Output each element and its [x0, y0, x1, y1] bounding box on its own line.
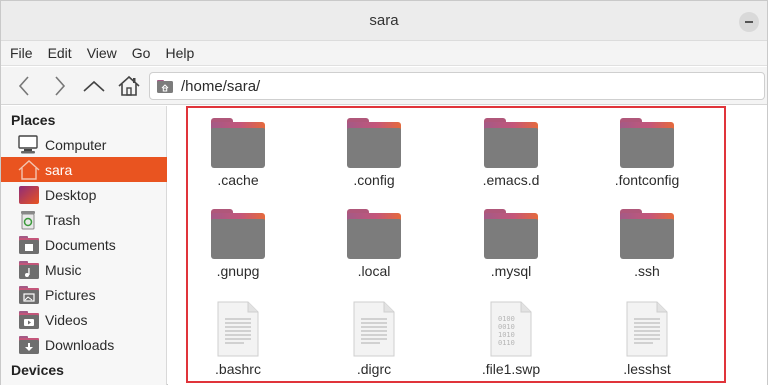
- folder-item[interactable]: .gnupg: [178, 209, 298, 279]
- menu-file[interactable]: File: [10, 45, 33, 61]
- text-file-icon: [352, 301, 396, 357]
- file-manager-window: sara File Edit View Go Help /home/sara/ …: [0, 0, 768, 385]
- sidebar-item-computer[interactable]: Computer: [1, 132, 167, 157]
- folder-icon: [347, 118, 401, 168]
- text-file-icon: [625, 301, 669, 357]
- title-bar[interactable]: sara: [1, 1, 767, 41]
- menu-bar: File Edit View Go Help: [1, 41, 767, 66]
- minimize-button[interactable]: [739, 12, 759, 32]
- location-bar[interactable]: /home/sara/: [149, 72, 765, 100]
- file-name: .file1.swp: [481, 361, 541, 377]
- file-name: .ssh: [634, 263, 660, 279]
- downloads-folder-icon: [18, 335, 40, 355]
- file-name: .bashrc: [215, 361, 261, 377]
- folder-icon: [484, 118, 538, 168]
- sidebar-item-label: Desktop: [45, 186, 97, 203]
- menu-help[interactable]: Help: [165, 45, 194, 61]
- svg-text:1010: 1010: [498, 331, 515, 339]
- trash-icon: [18, 210, 40, 230]
- folder-item[interactable]: .emacs.d: [451, 118, 571, 188]
- folder-icon: [211, 209, 265, 259]
- home-folder-icon: [157, 80, 173, 93]
- devices-heading: Devices: [11, 362, 64, 378]
- folder-icon: [211, 118, 265, 168]
- documents-folder-icon: [18, 235, 40, 255]
- pictures-folder-icon: [18, 285, 40, 305]
- folder-item[interactable]: .ssh: [587, 209, 707, 279]
- file-name: .mysql: [490, 263, 532, 279]
- sidebar-item-trash[interactable]: Trash: [1, 207, 167, 232]
- sidebar: Places Computer sara Desktop Trash Docum…: [1, 106, 167, 385]
- menu-go[interactable]: Go: [132, 45, 151, 61]
- sidebar-item-music[interactable]: Music: [1, 257, 167, 282]
- file-name: .config: [353, 172, 395, 188]
- folder-item[interactable]: .cache: [178, 118, 298, 188]
- computer-icon: [18, 134, 40, 155]
- home-button[interactable]: [116, 73, 142, 99]
- home-icon: [18, 159, 40, 180]
- file-name: .local: [357, 263, 391, 279]
- file-name: .fontconfig: [614, 172, 680, 188]
- folder-icon: [484, 209, 538, 259]
- music-folder-icon: [18, 260, 40, 280]
- file-item[interactable]: .bashrc: [178, 301, 298, 377]
- sidebar-item-desktop[interactable]: Desktop: [1, 182, 167, 207]
- file-item[interactable]: .digrc: [314, 301, 434, 377]
- chevron-right-icon: [55, 76, 66, 96]
- menu-edit[interactable]: Edit: [48, 45, 72, 61]
- chevron-up-icon: [83, 80, 105, 92]
- folder-icon: [620, 209, 674, 259]
- sidebar-item-videos[interactable]: Videos: [1, 307, 167, 332]
- minimize-icon: [745, 21, 753, 23]
- videos-folder-icon: [18, 310, 40, 330]
- up-button[interactable]: [81, 73, 107, 99]
- sidebar-item-documents[interactable]: Documents: [1, 232, 167, 257]
- file-view: .cache .config .emacs.d .fontconfig .gnu…: [168, 106, 767, 385]
- file-name: .gnupg: [216, 263, 260, 279]
- sidebar-item-label: Downloads: [45, 336, 115, 353]
- sidebar-item-sara[interactable]: sara: [1, 157, 167, 182]
- sidebar-item-label: Documents: [45, 236, 116, 253]
- file-name: .cache: [217, 172, 259, 188]
- file-name: .lesshst: [623, 361, 671, 377]
- file-name: .digrc: [356, 361, 392, 377]
- sidebar-item-label: Computer: [45, 136, 107, 153]
- svg-text:0010: 0010: [498, 323, 515, 331]
- forward-button[interactable]: [47, 73, 73, 99]
- home-icon: [118, 75, 140, 96]
- folder-icon: [347, 209, 401, 259]
- toolbar: /home/sara/: [1, 67, 767, 105]
- folder-item[interactable]: .mysql: [451, 209, 571, 279]
- sidebar-item-label: Music: [45, 261, 82, 278]
- sidebar-item-downloads[interactable]: Downloads: [1, 332, 167, 357]
- window-title: sara: [369, 12, 399, 29]
- svg-text:0100: 0100: [498, 315, 515, 323]
- folder-item[interactable]: .config: [314, 118, 434, 188]
- file-name: .emacs.d: [482, 172, 540, 188]
- folder-item[interactable]: .fontconfig: [587, 118, 707, 188]
- menu-view[interactable]: View: [87, 45, 117, 61]
- file-item[interactable]: 0100 0010 1010 0110 .file1.swp: [451, 301, 571, 377]
- sidebar-item-label: Videos: [45, 311, 88, 328]
- back-button[interactable]: [11, 73, 37, 99]
- folder-icon: [620, 118, 674, 168]
- text-file-icon: [216, 301, 260, 357]
- binary-file-icon: 0100 0010 1010 0110: [489, 301, 533, 357]
- svg-text:0110: 0110: [498, 339, 515, 347]
- sidebar-item-label: Trash: [45, 211, 81, 228]
- sidebar-item-pictures[interactable]: Pictures: [1, 282, 167, 307]
- sidebar-item-label: sara: [45, 161, 73, 178]
- chevron-left-icon: [18, 76, 29, 96]
- folder-item[interactable]: .local: [314, 209, 434, 279]
- sidebar-item-label: Pictures: [45, 286, 96, 303]
- places-heading: Places: [11, 112, 56, 128]
- file-item[interactable]: .lesshst: [587, 301, 707, 377]
- desktop-icon: [18, 185, 40, 205]
- location-path: /home/sara/: [181, 77, 261, 95]
